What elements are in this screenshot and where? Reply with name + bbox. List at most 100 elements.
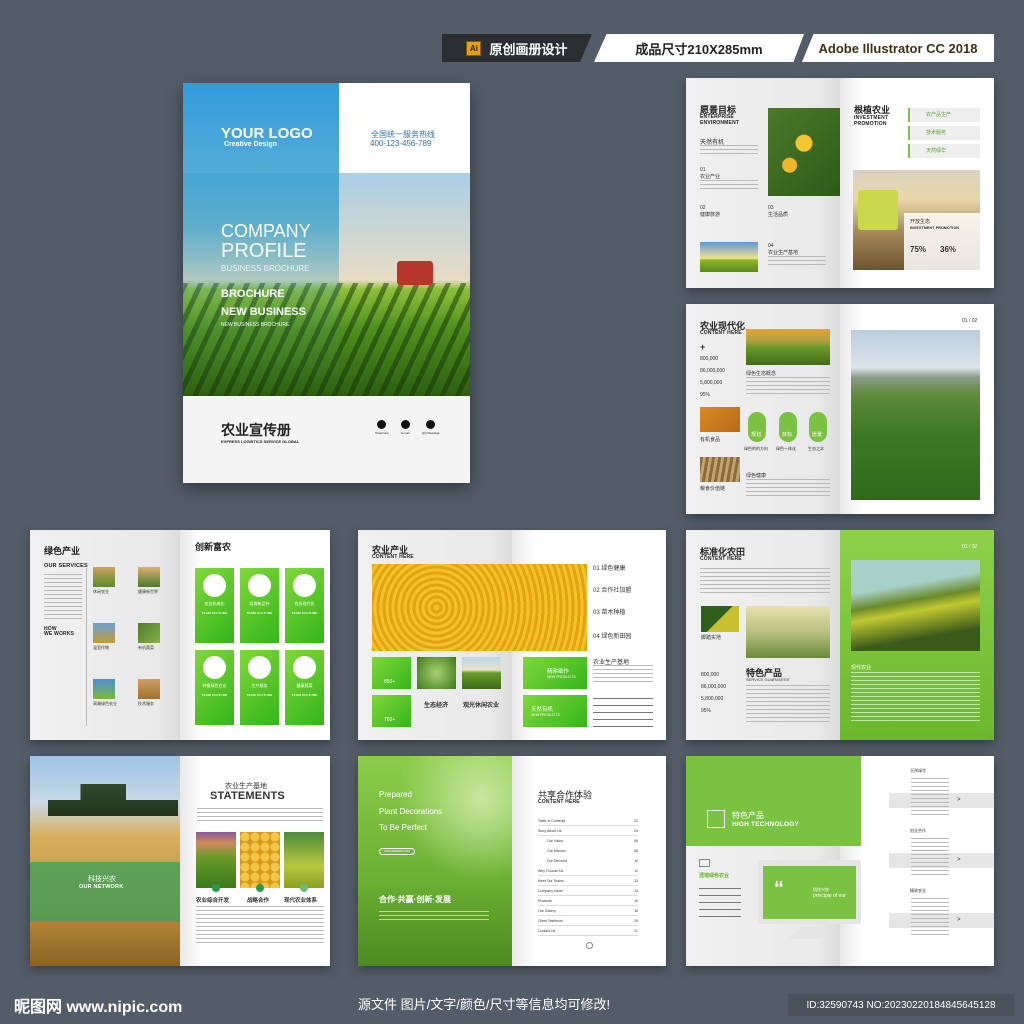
cover-title-2: PROFILE (221, 240, 307, 262)
list-item: 03 苗木种植 (593, 610, 626, 616)
toc-label: Company Value (538, 889, 563, 893)
field-photo (746, 329, 830, 365)
circle-label: 目标 (782, 432, 793, 438)
feature-card: 健康蔬菜 TEAM CULTURE (285, 650, 324, 725)
list-item: 02 合作社加盟 (593, 588, 632, 594)
overlay-en: INVESTMENT PROMOTION (910, 226, 960, 230)
orange-photo (768, 108, 840, 196)
list-item: 04 绿色新田园 (593, 634, 632, 640)
service-photo (93, 679, 115, 699)
body-text (44, 574, 82, 620)
nipic-logo: 昵图网 www.nipic.com (14, 999, 183, 1016)
footer-id: ID:32590743 NO:20230220184845645128 (788, 994, 1014, 1016)
item-label: 健康旅游 (700, 212, 721, 218)
product-box: 精耕细作 NEW PRODUCTS (523, 657, 587, 689)
page-number: 01 / 02 (962, 544, 978, 550)
column-title: 农业综合开发 (196, 898, 230, 904)
circle-caption: 绿色一体化 (776, 446, 796, 451)
toc-row[interactable]: Why Choose Us 12 (538, 868, 638, 876)
card-en: TEAM CULTURE (201, 611, 228, 615)
card-en: TEAM CULTURE (291, 693, 318, 697)
toc-page: 02 (634, 819, 638, 823)
contact-qq: QQ Message (422, 420, 440, 435)
toc-page: 10 (634, 859, 638, 863)
toc-row[interactable]: Table of Contents 02 (538, 818, 638, 826)
feature-card: 培育新品种 TEAM CULTURE (240, 568, 279, 643)
cover-line-2: NEW BUSINESS (221, 306, 306, 318)
green-header (686, 756, 861, 846)
card-title: 生产服务 (251, 683, 268, 688)
chevron-right-icon[interactable]: > (957, 797, 961, 803)
badge-software: Adobe Illustrator CC 2018 (802, 34, 994, 62)
toc-label: Our Mission (547, 849, 566, 853)
toc-row[interactable]: Contact Us 21 (538, 928, 638, 936)
band-cn: 科技兴农 (88, 876, 116, 883)
contact-telephone: Telephone (375, 420, 389, 435)
stat: 86,000,000 (700, 368, 726, 374)
spread-en: CONTENT HERE (372, 554, 414, 560)
vineyard-photo (851, 330, 980, 500)
cover-line-3: NEW BUSINESS BROCHURE (221, 322, 290, 328)
headline-line: Plant Decorations (379, 807, 443, 816)
list-label: 天然绿华 (926, 148, 947, 154)
service-label: 健康新世界 (138, 589, 158, 594)
spread-en: CONTENT HERE (700, 556, 742, 562)
body-text (746, 479, 830, 497)
toc-row[interactable]: Our Services 10 (547, 858, 638, 866)
toc-row[interactable]: Our Gallery 18 (538, 908, 638, 916)
card-en: TEAM CULTURE (201, 693, 228, 697)
chevron-right-icon[interactable]: > (957, 917, 961, 923)
website-button[interactable]: WWW.WEBSITE.COM (379, 848, 415, 855)
chevron-right-icon[interactable]: > (957, 857, 961, 863)
feature-card: 生产服务 TEAM CULTURE (240, 650, 279, 725)
toc-page: 16 (634, 899, 638, 903)
spread-en: WE WORKS (44, 631, 75, 637)
card-en: TEAM CULTURE (246, 611, 273, 615)
toc-row[interactable]: Our Vision 06 (547, 838, 638, 846)
toc-row[interactable]: Our Mission 08 (547, 848, 638, 856)
header-cn: 特色产品 (732, 811, 764, 820)
slogan: 合作·共赢·创新·发展 (379, 895, 451, 904)
card-icon (203, 574, 226, 597)
chat-icon (699, 859, 710, 867)
toc-row[interactable]: Client Testimoni 20 (538, 918, 638, 926)
corn-photo (372, 564, 587, 651)
body-text (911, 898, 949, 938)
bulb-icon (300, 884, 308, 892)
overlay-title: 开放生态 (910, 219, 931, 225)
toc-label: Our Gallery (538, 909, 556, 913)
photo-caption: 粮食价值链 (700, 486, 726, 492)
body-text (911, 778, 949, 818)
checklist (699, 888, 741, 918)
screen-en: principle of our (813, 893, 846, 899)
monitor-icon (707, 810, 725, 828)
service-photo (138, 623, 160, 643)
stat: 5,800,000 (701, 696, 724, 702)
toc-row[interactable]: Story About Us 04 (538, 828, 638, 836)
spread-en: STATEMENTS (210, 790, 285, 802)
spread-statements: 科技兴农 OUR NETWORK 农业生产基地 STATEMENTS 农业综合开… (30, 756, 330, 966)
card-en: TEAM CULTURE (291, 611, 318, 615)
header-en: HIGH TECHNOLOGY (732, 821, 799, 828)
list-item: 农产品生产 (908, 108, 980, 122)
body-text (700, 180, 758, 192)
spread-title: 绿色产业 (44, 546, 81, 556)
circle-label: 愿景 (812, 432, 823, 438)
toc-row[interactable]: Products 16 (538, 898, 638, 906)
footer-notice: 源文件 图片/文字/颜色/尺寸等信息均可修改! (358, 997, 611, 1012)
toc-label: Our Services (547, 859, 568, 863)
spread-en: ENVIRONMENT (700, 120, 740, 126)
service-photo (93, 623, 115, 643)
toc-row[interactable]: Meet Our Teams 13 (538, 878, 638, 886)
wheat-photo (700, 407, 740, 432)
body-text (768, 256, 826, 268)
toc-row[interactable]: Company Value 14 (538, 888, 638, 896)
toc-page: 06 (634, 839, 638, 843)
band-en: OUR NETWORK (79, 884, 124, 890)
item-title: 创业合作 (910, 828, 926, 833)
service-label: 技术服务 (138, 701, 154, 706)
headline-line: To Be Perfect (379, 823, 428, 832)
product-en: NEW PRODUCTS (547, 675, 576, 679)
list-item: 技术服务 (908, 126, 980, 140)
body-text (379, 911, 489, 923)
